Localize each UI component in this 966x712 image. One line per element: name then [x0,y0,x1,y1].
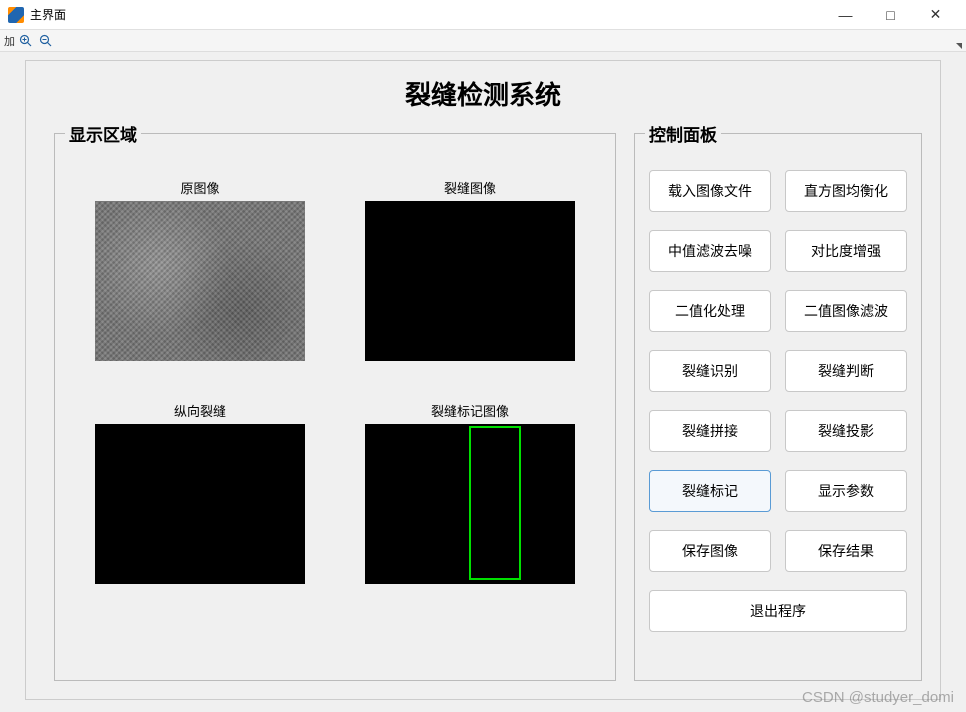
histeq-button[interactable]: 直方图均衡化 [785,170,907,212]
maximize-button[interactable]: □ [868,0,913,30]
main-window: 裂缝检测系统 显示区域 原图像 裂缝图像 [25,60,941,700]
binarize-button[interactable]: 二值化处理 [649,290,771,332]
save-result-button[interactable]: 保存结果 [785,530,907,572]
mark-button[interactable]: 裂缝标记 [649,470,771,512]
zoom-out-icon[interactable] [37,32,55,50]
window-title: 主界面 [30,6,66,23]
params-button[interactable]: 显示参数 [785,470,907,512]
project-button[interactable]: 裂缝投影 [785,410,907,452]
app-icon [8,7,24,23]
image-cell-crack: 裂缝图像 [345,178,595,361]
caption-crack: 裂缝图像 [345,178,595,197]
binary-filter-button[interactable]: 二值图像滤波 [785,290,907,332]
toolbar: 加 [0,30,966,52]
titlebar: 主界面 — □ ✕ [0,0,966,30]
contrast-button[interactable]: 对比度增强 [785,230,907,272]
display-panel: 显示区域 原图像 裂缝图像 纵向裂 [54,121,616,681]
image-cell-vertical: 纵向裂缝 [75,401,325,584]
caption-vertical: 纵向裂缝 [75,401,325,420]
image-vertical [95,424,305,584]
close-button[interactable]: ✕ [913,0,958,30]
exit-button[interactable]: 退出程序 [649,590,907,632]
zoom-in-icon[interactable] [17,32,35,50]
caption-marked: 裂缝标记图像 [345,401,595,420]
caption-original: 原图像 [75,178,325,197]
image-original [95,201,305,361]
control-panel: 控制面板 载入图像文件 直方图均衡化 中值滤波去噪 对比度增强 二值化处理 二值… [634,121,922,681]
minimize-button[interactable]: — [823,0,868,30]
save-image-button[interactable]: 保存图像 [649,530,771,572]
median-filter-button[interactable]: 中值滤波去噪 [649,230,771,272]
toolbar-corner-icon [956,43,962,49]
toolbar-label: 加 [4,33,15,49]
recognize-button[interactable]: 裂缝识别 [649,350,771,392]
image-cell-original: 原图像 [75,178,325,361]
judge-button[interactable]: 裂缝判断 [785,350,907,392]
image-marked [365,424,575,584]
load-image-button[interactable]: 载入图像文件 [649,170,771,212]
control-panel-legend: 控制面板 [645,121,721,146]
image-cell-marked: 裂缝标记图像 [345,401,595,584]
display-panel-legend: 显示区域 [65,121,141,146]
stitch-button[interactable]: 裂缝拼接 [649,410,771,452]
crack-marker-box [469,426,521,580]
page-title: 裂缝检测系统 [26,75,940,112]
image-crack [365,201,575,361]
